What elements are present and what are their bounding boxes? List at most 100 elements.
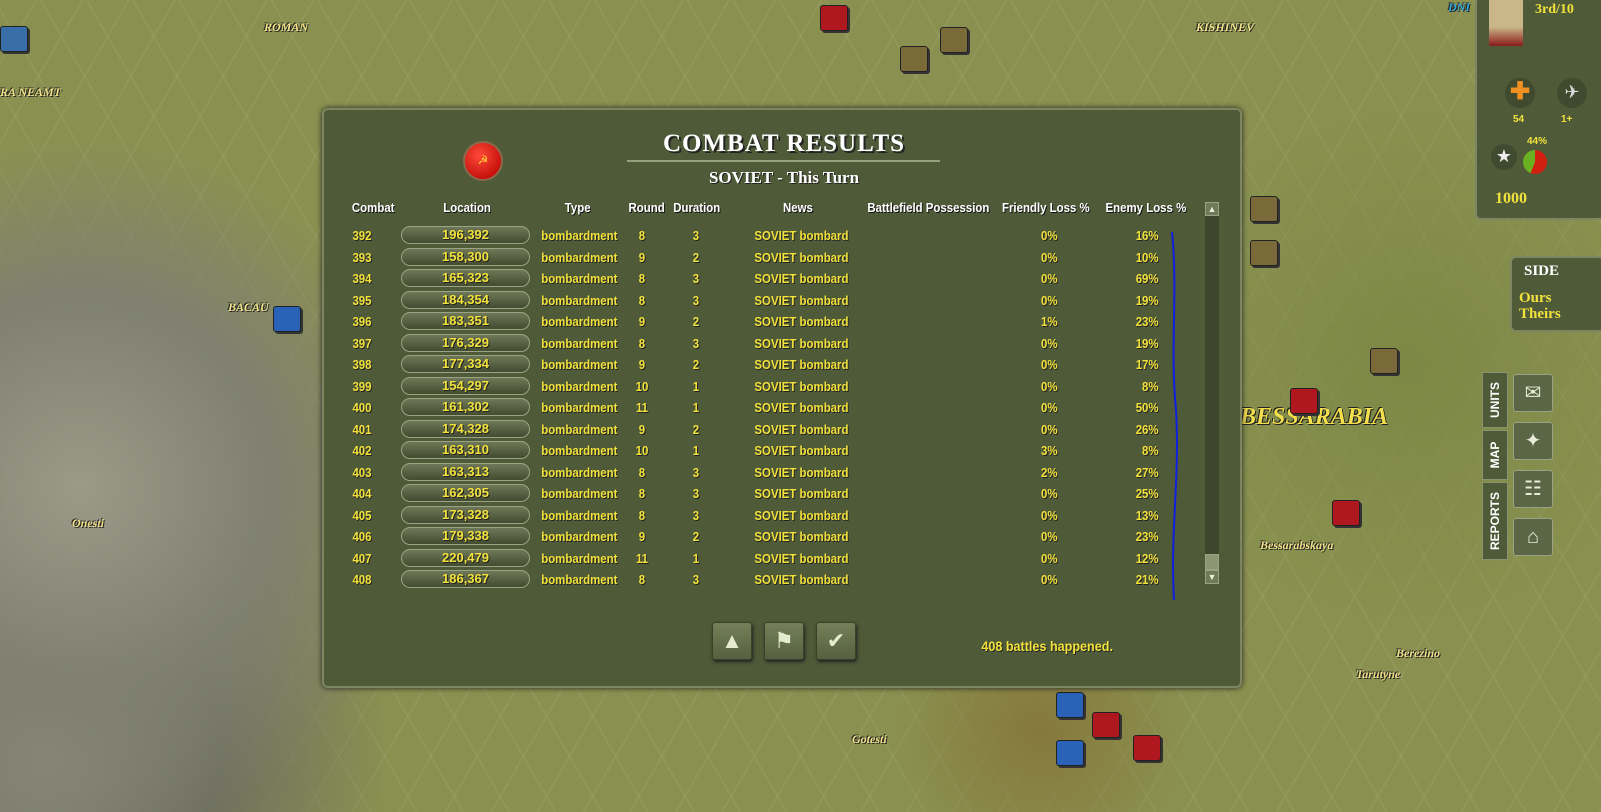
cell-location[interactable]: 165,323: [401, 269, 530, 287]
cell-type: bombardment: [541, 529, 618, 544]
table-row[interactable]: 402 163,310 bombardment 10 1 SOVIET bombard 3%…: [324, 440, 1204, 461]
turn-date: 3rd/10: [1535, 2, 1574, 17]
cell-round: 9: [638, 357, 646, 372]
scrollbar[interactable]: ▲ ▼: [1205, 202, 1219, 584]
title-divider: [627, 160, 940, 162]
table-row[interactable]: 405 173,328 bombardment 8 3 SOVIET bombard 0% 1…: [324, 505, 1204, 526]
cell-duration: 1: [692, 400, 700, 415]
table-row[interactable]: 403 163,313 bombardment 8 3 SOVIET bombard 2% 2…: [324, 462, 1204, 483]
cell-location[interactable]: 161,302: [401, 398, 530, 416]
table-row[interactable]: 400 161,302 bombardment 11 1 SOVIET bombard 0%…: [324, 397, 1204, 418]
table-row[interactable]: 408 186,367 bombardment 8 3 SOVIET bombard 0% 2…: [324, 569, 1204, 590]
cell-location[interactable]: 177,334: [401, 355, 530, 373]
cell-combat-id: 403: [352, 464, 372, 480]
side-theirs[interactable]: Theirs: [1519, 306, 1561, 323]
cell-combat-id: 402: [352, 443, 372, 458]
cell-duration: 3: [692, 507, 700, 523]
cell-location[interactable]: 174,328: [401, 419, 530, 438]
medical-cross-icon[interactable]: ✚: [1505, 78, 1535, 108]
col-header-location[interactable]: Location: [443, 200, 491, 215]
unit-counter[interactable]: [1370, 348, 1398, 374]
table-row[interactable]: 392 196,392 bombardment 8 3 SOVIET bombard 0% 1…: [324, 225, 1204, 246]
cell-location[interactable]: 154,297: [401, 376, 530, 395]
cell-location[interactable]: 163,310: [401, 441, 530, 459]
cell-friendly-loss: 0%: [1041, 228, 1058, 243]
table-row[interactable]: 407 220,479 bombardment 11 1 SOVIET bombard 0%…: [324, 548, 1204, 569]
col-header-type[interactable]: Type: [565, 200, 591, 215]
cell-location[interactable]: 183,351: [401, 312, 530, 330]
side-ours[interactable]: Ours: [1519, 290, 1552, 307]
cell-type: bombardment: [541, 507, 618, 523]
cell-location[interactable]: 179,338: [401, 527, 530, 545]
air-icon[interactable]: ✈: [1557, 78, 1587, 108]
cell-type: bombardment: [541, 378, 618, 394]
table-row[interactable]: 397 176,329 bombardment 8 3 SOVIET bombard 0% 1…: [324, 333, 1204, 354]
col-header-round[interactable]: Round: [628, 200, 664, 215]
cell-location[interactable]: 176,329: [401, 333, 530, 352]
unit-counter[interactable]: [1092, 712, 1120, 738]
cell-duration: 2: [692, 314, 700, 329]
star-burst-icon[interactable]: ✦: [1513, 422, 1553, 460]
col-header-enemy-loss[interactable]: Enemy Loss %: [1106, 200, 1187, 215]
scroll-down-button[interactable]: ▼: [1205, 570, 1219, 584]
cell-enemy-loss: 23%: [1135, 314, 1159, 329]
confirm-button[interactable]: ✔: [816, 622, 856, 660]
table-row[interactable]: 396 183,351 bombardment 9 2 SOVIET bombard 1% 2…: [324, 311, 1204, 332]
checkmark-icon: ✔: [826, 628, 846, 653]
flag-icon: ⚑: [774, 628, 794, 653]
scroll-up-button[interactable]: ▲: [1205, 202, 1219, 216]
scroll-indicator-line: [1171, 231, 1178, 601]
unit-counter[interactable]: [820, 5, 848, 31]
unit-counter[interactable]: [900, 46, 928, 72]
unit-counter[interactable]: [1250, 196, 1278, 222]
unit-counter[interactable]: [1290, 388, 1318, 414]
tab-units[interactable]: UNITS: [1482, 372, 1508, 428]
map-label-neamt: RA NEAMT: [0, 85, 62, 99]
cell-location[interactable]: 186,367: [401, 570, 530, 588]
unit-counter[interactable]: [1056, 692, 1084, 718]
cell-location[interactable]: 220,479: [401, 548, 530, 567]
table-row[interactable]: 404 162,305 bombardment 8 3 SOVIET bombard 0% 2…: [324, 483, 1204, 504]
dialog-title: COMBAT RESULTS: [662, 130, 906, 157]
tab-reports[interactable]: REPORTS: [1482, 482, 1508, 560]
table-row[interactable]: 398 177,334 bombardment 9 2 SOVIET bombard 0% 1…: [324, 354, 1204, 375]
table-row[interactable]: 399 154,297 bombardment 10 1 SOVIET bombard 0%…: [324, 376, 1204, 397]
table-row[interactable]: 395 184,354 bombardment 8 3 SOVIET bombard 0% 1…: [324, 290, 1204, 311]
scroll-thumb[interactable]: [1205, 554, 1219, 570]
cell-location[interactable]: 163,313: [401, 462, 530, 481]
unit-counter[interactable]: [273, 306, 301, 332]
col-header-battlefield-possession[interactable]: Battlefield Possession: [867, 200, 989, 215]
star-icon[interactable]: ★: [1491, 144, 1517, 170]
cell-news: SOVIET bombard: [754, 421, 849, 437]
tab-map-label: MAP: [1488, 441, 1502, 469]
table-row[interactable]: 406 179,338 bombardment 9 2 SOVIET bombard 0% 2…: [324, 526, 1204, 547]
up-arrow-button[interactable]: ▲: [712, 622, 752, 660]
unit-counter[interactable]: [0, 26, 28, 52]
cell-location[interactable]: 173,328: [401, 505, 530, 524]
cell-combat-id: 401: [352, 421, 372, 437]
unit-stack-icon[interactable]: [1489, 0, 1523, 46]
cell-location[interactable]: 184,354: [401, 290, 530, 309]
hierarchy-icon[interactable]: ☷: [1513, 470, 1553, 508]
table-row[interactable]: 394 165,323 bombardment 8 3 SOVIET bombard 0% 6…: [324, 268, 1204, 289]
envelope-icon[interactable]: ✉: [1513, 374, 1553, 412]
unit-counter[interactable]: [940, 27, 968, 53]
cell-type: bombardment: [541, 271, 618, 286]
col-header-duration[interactable]: Duration: [673, 200, 720, 215]
cell-location[interactable]: 196,392: [401, 226, 530, 244]
col-header-combat[interactable]: Combat: [352, 200, 395, 215]
unit-counter[interactable]: [1056, 740, 1084, 766]
col-header-news[interactable]: News: [783, 200, 813, 215]
cell-enemy-loss: 12%: [1135, 550, 1159, 566]
table-row[interactable]: 393 158,300 bombardment 9 2 SOVIET bombard 0% 1…: [324, 247, 1204, 268]
tab-map[interactable]: MAP: [1482, 430, 1508, 480]
flags-button[interactable]: ⚑: [764, 622, 804, 660]
col-header-friendly-loss[interactable]: Friendly Loss %: [1002, 200, 1090, 215]
building-icon[interactable]: ⌂: [1513, 518, 1553, 556]
cell-location[interactable]: 162,305: [401, 484, 530, 502]
unit-counter[interactable]: [1332, 500, 1360, 526]
unit-counter[interactable]: [1133, 735, 1161, 761]
cell-location[interactable]: 158,300: [401, 247, 530, 266]
table-row[interactable]: 401 174,328 bombardment 9 2 SOVIET bombard 0% 2…: [324, 419, 1204, 440]
unit-counter[interactable]: [1250, 240, 1278, 266]
